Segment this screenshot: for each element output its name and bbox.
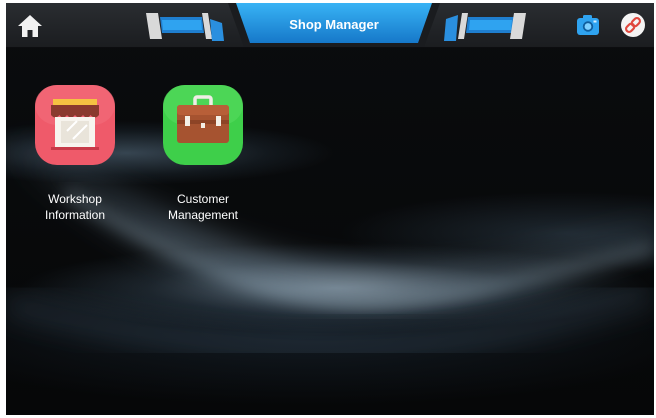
top-bar: Shop Manager (6, 3, 654, 48)
device-screen: Shop Manager Workshop Information Custom… (6, 3, 654, 415)
briefcase-icon (163, 85, 243, 165)
home-icon[interactable] (16, 13, 44, 39)
app-workshop-information[interactable]: Workshop Information (20, 83, 130, 223)
header-decoration-right (444, 13, 526, 41)
storefront-icon (35, 85, 115, 165)
app-customer-management[interactable]: Customer Management (148, 83, 258, 223)
app-label-workshop-information: Workshop Information (44, 192, 106, 222)
header-decoration-left (146, 13, 224, 41)
page-title: Shop Manager (289, 17, 379, 32)
camera-icon[interactable] (576, 14, 600, 36)
app-label-customer-management: Customer Management (167, 192, 239, 222)
link-icon[interactable] (620, 12, 646, 38)
